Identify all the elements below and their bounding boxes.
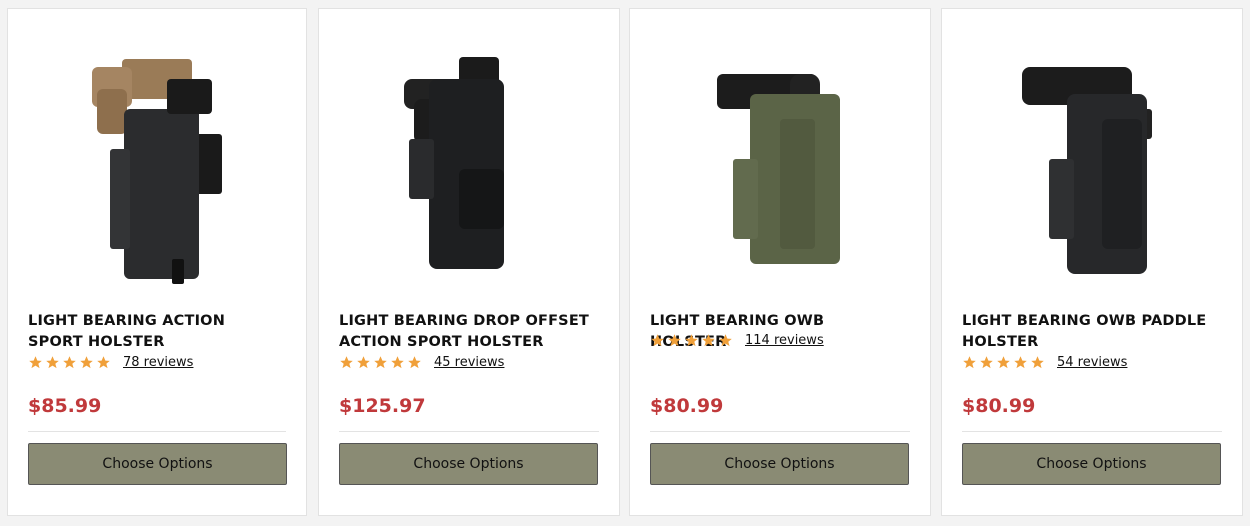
star-icon <box>719 334 732 347</box>
star-icon <box>702 334 715 347</box>
reviews-link[interactable]: 45 reviews <box>434 355 504 370</box>
holster-image-icon <box>92 59 222 284</box>
reviews-link[interactable]: 78 reviews <box>123 355 193 370</box>
star-icon <box>80 356 93 369</box>
star-icon <box>980 356 993 369</box>
reviews-link[interactable]: 54 reviews <box>1057 355 1127 370</box>
choose-options-button[interactable]: Choose Options <box>650 443 909 485</box>
star-icon <box>97 356 110 369</box>
product-price: $125.97 <box>339 395 426 417</box>
product-rating: 114 reviews <box>650 333 824 348</box>
star-icon <box>63 356 76 369</box>
star-icon <box>391 356 404 369</box>
product-card[interactable]: LIGHT BEARING DROP OFFSET ACTION SPORT H… <box>318 8 620 516</box>
product-card[interactable]: LIGHT BEARING ACTION SPORT HOLSTER 78 re… <box>7 8 307 516</box>
choose-options-button[interactable]: Choose Options <box>28 443 287 485</box>
product-price: $80.99 <box>650 395 724 417</box>
holster-image-icon <box>404 57 504 269</box>
choose-options-button[interactable]: Choose Options <box>962 443 1221 485</box>
star-icon <box>668 334 681 347</box>
product-image[interactable] <box>319 49 619 289</box>
star-icon <box>685 334 698 347</box>
product-rating: 78 reviews <box>28 355 193 370</box>
star-rating <box>339 355 422 370</box>
product-grid: LIGHT BEARING ACTION SPORT HOLSTER 78 re… <box>0 0 1250 526</box>
star-icon <box>29 356 42 369</box>
product-price: $85.99 <box>28 395 102 417</box>
holster-image-icon <box>717 74 840 264</box>
star-rating <box>650 333 733 348</box>
reviews-link[interactable]: 114 reviews <box>745 333 824 348</box>
star-icon <box>340 356 353 369</box>
product-title[interactable]: LIGHT BEARING ACTION SPORT HOLSTER <box>28 311 278 353</box>
star-icon <box>1031 356 1044 369</box>
star-icon <box>374 356 387 369</box>
product-title[interactable]: LIGHT BEARING OWB PADDLE HOLSTER <box>962 311 1212 353</box>
product-title[interactable]: LIGHT BEARING DROP OFFSET ACTION SPORT H… <box>339 311 589 353</box>
star-icon <box>651 334 664 347</box>
star-icon <box>963 356 976 369</box>
star-rating <box>28 355 111 370</box>
divider <box>339 431 599 432</box>
product-price: $80.99 <box>962 395 1036 417</box>
divider <box>962 431 1222 432</box>
product-rating: 54 reviews <box>962 355 1127 370</box>
choose-options-button[interactable]: Choose Options <box>339 443 598 485</box>
star-icon <box>46 356 59 369</box>
product-image[interactable] <box>942 49 1242 289</box>
star-icon <box>408 356 421 369</box>
product-card[interactable]: LIGHT BEARING OWB PADDLE HOLSTER 54 revi… <box>941 8 1243 516</box>
product-image[interactable] <box>630 49 930 289</box>
product-card[interactable]: LIGHT BEARING OWB HOLSTER 114 reviews $8… <box>629 8 931 516</box>
star-icon <box>997 356 1010 369</box>
holster-image-icon <box>1022 67 1152 274</box>
divider <box>650 431 910 432</box>
star-rating <box>962 355 1045 370</box>
divider <box>28 431 286 432</box>
product-image[interactable] <box>8 49 306 289</box>
star-icon <box>357 356 370 369</box>
star-icon <box>1014 356 1027 369</box>
product-rating: 45 reviews <box>339 355 504 370</box>
